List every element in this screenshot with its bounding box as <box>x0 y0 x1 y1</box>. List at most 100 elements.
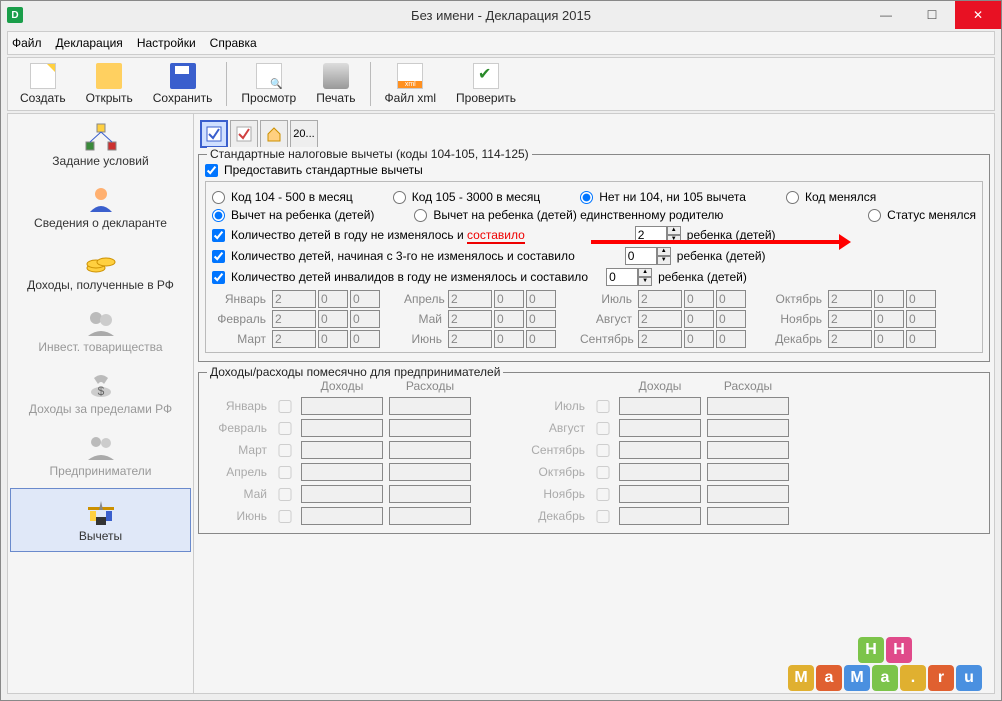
menu-declaration[interactable]: Декларация <box>56 36 123 50</box>
spinner-up[interactable]: ▲ <box>638 268 652 277</box>
month-label: Сентябрь <box>523 443 587 457</box>
month-checkbox <box>275 466 295 479</box>
spinner-down[interactable]: ▼ <box>657 256 671 265</box>
minimize-button[interactable]: — <box>863 1 909 29</box>
month-input <box>638 310 682 328</box>
children-count-checkbox[interactable] <box>212 229 225 242</box>
month-input <box>874 330 904 348</box>
menu-settings[interactable]: Настройки <box>137 36 196 50</box>
month-checkbox <box>593 400 613 413</box>
amount-input <box>389 419 471 437</box>
month-input <box>716 330 746 348</box>
spinner-down[interactable]: ▼ <box>638 277 652 286</box>
month-input <box>448 310 492 328</box>
menu-file[interactable]: Файл <box>12 36 42 50</box>
amount-input <box>619 463 701 481</box>
radio-code-changed[interactable]: Код менялся <box>786 190 876 204</box>
radio-none[interactable]: Нет ни 104, ни 105 вычета <box>580 190 746 204</box>
svg-text:$: $ <box>97 384 104 398</box>
sidebar-item-deductions[interactable]: Вычеты <box>10 488 191 552</box>
sidebar-item-declarant[interactable]: Сведения о декларанте <box>8 176 193 238</box>
print-button[interactable]: Печать <box>306 61 365 107</box>
month-label: Сентябрь <box>580 332 636 346</box>
amount-input <box>389 397 471 415</box>
month-checkbox <box>593 488 613 501</box>
month-input <box>874 290 904 308</box>
standard-deductions-group: Стандартные налоговые вычеты (коды 104-1… <box>198 154 990 362</box>
amount-input <box>301 397 383 415</box>
month-checkbox <box>593 510 613 523</box>
month-checkbox <box>275 422 295 435</box>
tab-check-icon[interactable] <box>230 120 258 148</box>
radio-104[interactable]: Код 104 - 500 в месяц <box>212 190 353 204</box>
month-input <box>526 310 556 328</box>
month-input <box>350 290 380 308</box>
month-input <box>716 310 746 328</box>
xml-button[interactable]: Файл xml <box>375 61 447 107</box>
month-label: Февраль <box>205 421 269 435</box>
children-disabled-checkbox[interactable] <box>212 271 225 284</box>
radio-child[interactable]: Вычет на ребенка (детей) <box>212 208 374 222</box>
amount-input <box>619 485 701 503</box>
radio-105[interactable]: Код 105 - 3000 в месяц <box>393 190 540 204</box>
month-input <box>318 330 348 348</box>
amount-input <box>301 463 383 481</box>
spinner-up[interactable]: ▲ <box>667 226 681 235</box>
month-checkbox <box>593 466 613 479</box>
header-label: Доходы <box>619 379 701 393</box>
watermark-logo: НН МаМа.ru <box>788 637 982 691</box>
save-button[interactable]: Сохранить <box>143 61 223 107</box>
separator <box>226 62 227 106</box>
group-legend: Стандартные налоговые вычеты (коды 104-1… <box>207 147 532 161</box>
children-3rd-label: Количество детей, начиная с 3-го не изме… <box>231 249 575 263</box>
maximize-button[interactable]: ☐ <box>909 1 955 29</box>
month-input <box>638 290 682 308</box>
amount-input <box>389 441 471 459</box>
separator <box>370 62 371 106</box>
month-input <box>494 330 524 348</box>
spinner-up[interactable]: ▲ <box>657 247 671 256</box>
amount-input <box>707 441 789 459</box>
children-disabled-input[interactable] <box>606 268 638 286</box>
open-button[interactable]: Открыть <box>76 61 143 107</box>
sidebar-item-conditions[interactable]: Задание условий <box>8 114 193 176</box>
month-input <box>828 290 872 308</box>
month-checkbox <box>275 444 295 457</box>
amount-input <box>301 485 383 503</box>
header-label: Расходы <box>707 379 789 393</box>
tab-20-icon[interactable]: 20... <box>290 120 318 148</box>
provide-standard-checkbox[interactable] <box>205 164 218 177</box>
entrepreneur-group: Доходы/расходы помесячно для предпринима… <box>198 372 990 534</box>
sidebar-item-invest: Инвест. товарищества <box>8 300 193 362</box>
preview-button[interactable]: Просмотр <box>231 61 306 107</box>
arrow-icon <box>591 240 847 244</box>
amount-input <box>707 463 789 481</box>
tab-standard-icon[interactable] <box>200 120 228 148</box>
amount-input <box>301 419 383 437</box>
app-icon: D <box>7 7 23 23</box>
month-checkbox <box>275 488 295 501</box>
months-grid: ЯнварьАпрельИюльОктябрьФевральМайАвгустН… <box>212 290 976 348</box>
create-button[interactable]: Создать <box>10 61 76 107</box>
month-input <box>874 310 904 328</box>
amount-input <box>707 485 789 503</box>
main-toolbar: Создать Открыть Сохранить Просмотр Печат… <box>7 57 995 111</box>
menubar: Файл Декларация Настройки Справка <box>7 31 995 55</box>
radio-child-single[interactable]: Вычет на ребенка (детей) единственному р… <box>414 208 723 222</box>
month-label: Ноябрь <box>770 312 826 326</box>
children-3rd-input[interactable] <box>625 247 657 265</box>
radio-status-changed[interactable]: Статус менялся <box>868 208 976 222</box>
menu-help[interactable]: Справка <box>210 36 257 50</box>
sidebar-item-income-rf[interactable]: Доходы, полученные в РФ <box>8 238 193 300</box>
month-label: Май <box>404 312 446 326</box>
close-button[interactable]: ✕ <box>955 1 1001 29</box>
tab-house-icon[interactable] <box>260 120 288 148</box>
children-suffix: ребенка (детей) <box>677 249 766 263</box>
month-input <box>494 290 524 308</box>
month-checkbox <box>593 422 613 435</box>
header-label: Расходы <box>389 379 471 393</box>
children-3rd-checkbox[interactable] <box>212 250 225 263</box>
month-input <box>906 290 936 308</box>
month-label: Октябрь <box>770 292 826 306</box>
check-button[interactable]: Проверить <box>446 61 526 107</box>
